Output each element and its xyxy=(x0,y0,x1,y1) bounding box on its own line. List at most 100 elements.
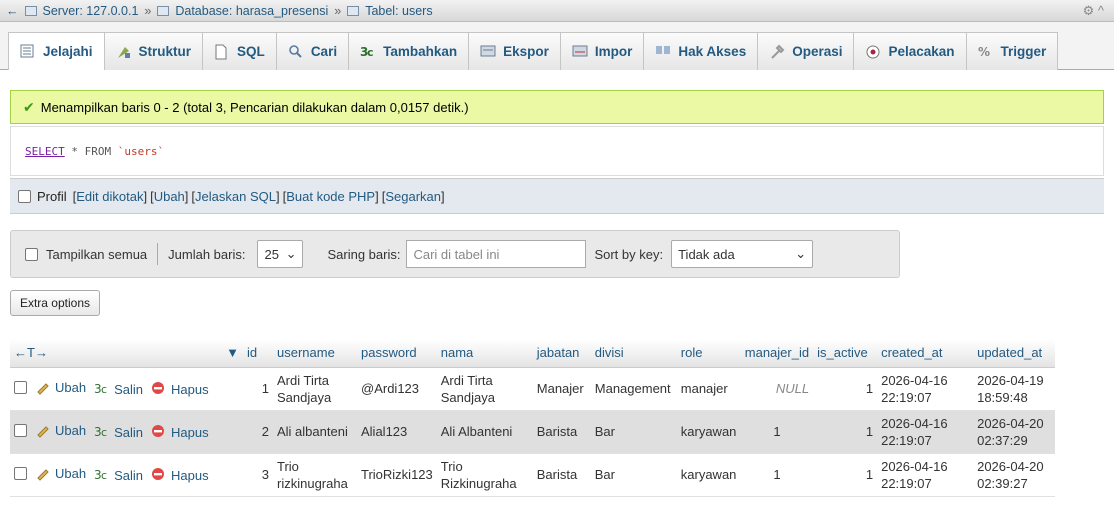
cell-role[interactable]: karyawan xyxy=(676,410,741,454)
cell-jabatan[interactable]: Manajer xyxy=(532,367,591,411)
tab-ekspor[interactable]: Ekspor xyxy=(468,32,561,70)
cell-username[interactable]: Ardi Tirta Sandjaya xyxy=(273,367,357,411)
sort-triangle-icon[interactable]: ▼ xyxy=(226,345,239,360)
breadcrumb-table[interactable]: Tabel: users xyxy=(365,4,432,18)
cell-role[interactable]: manajer xyxy=(676,367,741,411)
profil-link[interactable]: Segarkan xyxy=(385,189,441,204)
profil-checkbox[interactable] xyxy=(18,189,31,203)
profil-link[interactable]: Ubah xyxy=(154,189,185,204)
cell-jabatan[interactable]: Barista xyxy=(532,453,591,497)
column-header-updated-at[interactable]: updated_at xyxy=(973,339,1056,368)
column-arrows-header[interactable]: ←T→ ▼ xyxy=(10,339,243,368)
column-arrows-icon[interactable]: ←T→ xyxy=(14,345,48,360)
cell-manajer-id[interactable]: 1 xyxy=(740,410,814,454)
edit-button[interactable]: Ubah xyxy=(35,465,86,481)
cell-updated-at[interactable]: 2026-04-20 02:39:27 xyxy=(973,453,1056,497)
row-actions: Ubah 3 c Salin Hapus xyxy=(31,410,243,454)
cell-username[interactable]: Trio rizkinugraha xyxy=(273,453,357,497)
cell-divisi[interactable]: Management xyxy=(590,367,677,411)
cell-is-active[interactable]: 1 xyxy=(813,410,878,454)
cell-updated-at[interactable]: 2026-04-20 02:37:29 xyxy=(973,410,1056,454)
cell-id[interactable]: 3 xyxy=(243,453,273,497)
sql-keyword[interactable]: SELECT xyxy=(25,145,65,158)
extra-options-button[interactable]: Extra options xyxy=(10,290,100,316)
profil-link[interactable]: Edit dikotak xyxy=(76,189,143,204)
breadcrumb-server[interactable]: Server: 127.0.0.1 xyxy=(43,4,139,18)
cell-updated-at[interactable]: 2026-04-19 18:59:48 xyxy=(973,367,1056,411)
tab-operasi[interactable]: Operasi xyxy=(757,32,855,70)
tracking-icon xyxy=(865,44,881,60)
tab-trigger[interactable]: % Trigger xyxy=(965,32,1059,70)
column-header-manajer-id[interactable]: manajer_id xyxy=(740,339,814,368)
cell-created-at[interactable]: 2026-04-16 22:19:07 xyxy=(877,410,974,454)
cell-is-active[interactable]: 1 xyxy=(813,453,878,497)
cell-username[interactable]: Ali albanteni xyxy=(273,410,357,454)
tab-impor[interactable]: Impor xyxy=(559,32,645,70)
cell-created-at[interactable]: 2026-04-16 22:19:07 xyxy=(877,367,974,411)
edit-button[interactable]: Ubah xyxy=(35,379,86,395)
row-checkbox[interactable] xyxy=(14,380,27,394)
column-header-created-at[interactable]: created_at xyxy=(877,339,974,368)
cell-manajer-id[interactable]: 1 xyxy=(740,453,814,497)
tab-jelajahi[interactable]: Jelajahi xyxy=(8,32,105,70)
cell-password[interactable]: Alial123 xyxy=(357,410,437,454)
svg-text:c: c xyxy=(101,383,107,395)
structure-icon xyxy=(116,44,132,60)
breadcrumb-database[interactable]: Database: harasa_presensi xyxy=(175,4,328,18)
cell-role[interactable]: karyawan xyxy=(676,453,741,497)
svg-text:c: c xyxy=(101,426,107,438)
tab-cari[interactable]: Cari xyxy=(275,32,350,70)
column-header-jabatan[interactable]: jabatan xyxy=(532,339,591,368)
delete-button-label: Hapus xyxy=(171,381,209,397)
cell-created-at[interactable]: 2026-04-16 22:19:07 xyxy=(877,453,974,497)
cell-id[interactable]: 1 xyxy=(243,367,273,411)
delete-button[interactable]: Hapus xyxy=(151,424,209,440)
column-header-role[interactable]: role xyxy=(676,339,741,368)
cell-password[interactable]: TrioRizki123 xyxy=(357,453,437,497)
bracket: ] xyxy=(275,188,280,204)
import-icon xyxy=(572,44,588,60)
browse-icon xyxy=(20,44,36,60)
search-icon xyxy=(288,44,304,60)
delete-button[interactable]: Hapus xyxy=(151,381,209,397)
cell-nama[interactable]: Ardi Tirta Sandjaya xyxy=(436,367,533,411)
column-header-nama[interactable]: nama xyxy=(436,339,533,368)
cell-divisi[interactable]: Bar xyxy=(590,410,677,454)
cell-nama[interactable]: Ali Albanteni xyxy=(436,410,533,454)
tab-struktur[interactable]: Struktur xyxy=(103,32,204,70)
profil-link[interactable]: Buat kode PHP xyxy=(286,189,375,204)
copy-button[interactable]: 3 c Salin xyxy=(94,381,143,397)
tab-sql[interactable]: SQL xyxy=(202,32,277,70)
chevron-down-icon: ⌄ xyxy=(795,246,807,261)
sort-select[interactable]: Tidak ada ⌄ xyxy=(671,240,814,268)
rows-select[interactable]: 25 ⌄ xyxy=(257,240,304,268)
cell-jabatan[interactable]: Barista xyxy=(532,410,591,454)
column-header-username[interactable]: username xyxy=(273,339,357,368)
column-header-divisi[interactable]: divisi xyxy=(590,339,677,368)
copy-button-label: Salin xyxy=(114,424,143,440)
tab-hak-akses[interactable]: Hak Akses xyxy=(643,32,759,70)
settings-gear-icon[interactable]: ⚙ ^ xyxy=(1083,3,1104,19)
cell-divisi[interactable]: Bar xyxy=(590,453,677,497)
tab-tambahkan[interactable]: 3 c Tambahkan xyxy=(348,32,470,70)
edit-button[interactable]: Ubah xyxy=(35,422,86,438)
show-all-checkbox[interactable] xyxy=(25,247,38,261)
back-arrow-icon[interactable]: ← xyxy=(6,4,19,18)
cell-nama[interactable]: Trio Rizkinugraha xyxy=(436,453,533,497)
bracket: ] xyxy=(441,188,445,204)
copy-button[interactable]: 3 c Salin xyxy=(94,424,143,440)
cell-id[interactable]: 2 xyxy=(243,410,273,454)
cell-is-active[interactable]: 1 xyxy=(813,367,878,411)
delete-button[interactable]: Hapus xyxy=(151,467,209,483)
copy-button[interactable]: 3 c Salin xyxy=(94,467,143,483)
column-header-password[interactable]: password xyxy=(357,339,437,368)
cell-password[interactable]: @Ardi123 xyxy=(357,367,437,411)
row-checkbox[interactable] xyxy=(14,466,27,480)
row-checkbox[interactable] xyxy=(14,423,27,437)
cell-manajer-id[interactable]: NULL xyxy=(740,367,814,411)
column-header-is-active[interactable]: is_active xyxy=(813,339,878,368)
filter-input[interactable]: Cari di tabel ini xyxy=(406,240,587,268)
tab-pelacakan[interactable]: Pelacakan xyxy=(853,32,967,70)
column-header-id[interactable]: id xyxy=(243,339,273,368)
profil-link[interactable]: Jelaskan SQL xyxy=(195,189,276,204)
